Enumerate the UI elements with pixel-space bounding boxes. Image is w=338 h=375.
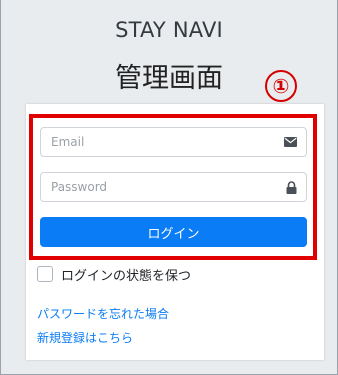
remember-label: ログインの状態を保つ [61,268,192,284]
remember-me[interactable]: ログインの状態を保つ [37,264,191,284]
register-link[interactable]: 新規登録はこちら [37,329,133,346]
brand-title: STAY NAVI [115,18,223,42]
annotation-marker: ① [265,70,297,102]
remember-checkbox[interactable] [37,266,53,282]
forgot-password-link[interactable]: パスワードを忘れた場合 [37,305,169,322]
highlight-box [29,114,317,260]
